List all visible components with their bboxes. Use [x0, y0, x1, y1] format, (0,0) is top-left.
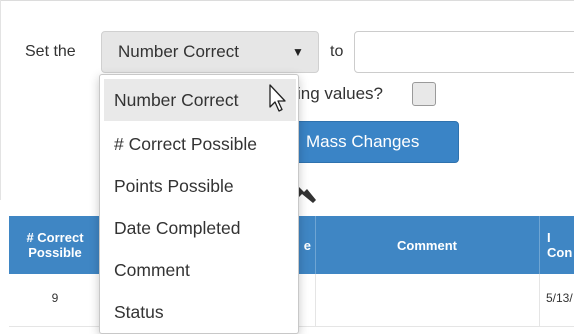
- caret-down-icon: ▼: [292, 45, 304, 59]
- top-border: [0, 0, 574, 1]
- cell-separator: [315, 274, 316, 326]
- mass-changes-button[interactable]: Mass Changes: [293, 121, 459, 163]
- header-comment[interactable]: Comment: [315, 216, 539, 274]
- cell-separator: [539, 274, 540, 326]
- dropdown-option-date-completed[interactable]: Date Completed: [100, 207, 298, 249]
- cell-date-completed: 5/13/: [546, 291, 573, 305]
- mouse-pointer-icon: [269, 84, 286, 112]
- field-select[interactable]: Number Correct ▼: [101, 31, 319, 73]
- overwrite-checkbox[interactable]: [412, 82, 436, 106]
- panel-left-border: [0, 0, 1, 200]
- set-the-label: Set the: [25, 43, 76, 60]
- cell-correct-possible: 9: [51, 291, 59, 305]
- to-value-input[interactable]: [354, 31, 574, 73]
- dropdown-option-comment[interactable]: Comment: [100, 249, 298, 291]
- dropdown-option-points-possible[interactable]: Points Possible: [100, 165, 298, 207]
- header-date-bottom: Con: [547, 245, 573, 260]
- header-correct-possible[interactable]: # Correct Possible: [9, 216, 101, 274]
- header-date-top: I: [547, 230, 551, 245]
- overwrite-question-label: ing values?: [297, 84, 384, 103]
- field-select-value: Number Correct: [118, 42, 239, 61]
- dropdown-option-status[interactable]: Status: [100, 291, 298, 333]
- header-date-completed[interactable]: I Con: [539, 216, 574, 274]
- to-label: to: [330, 43, 344, 60]
- dropdown-option-correct-possible[interactable]: # Correct Possible: [100, 123, 298, 165]
